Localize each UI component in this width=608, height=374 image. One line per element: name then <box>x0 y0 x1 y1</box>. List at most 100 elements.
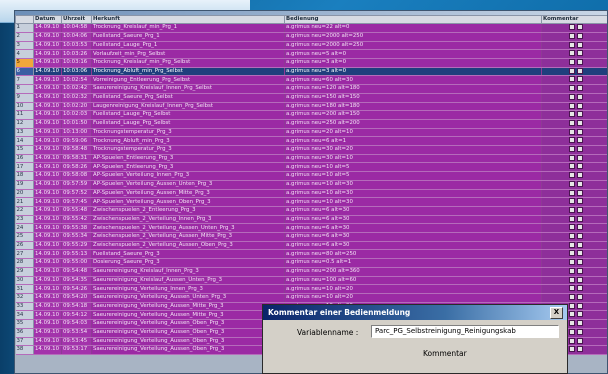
checkbox-icon[interactable] <box>576 163 583 170</box>
checkbox-icon[interactable] <box>576 119 583 126</box>
checkbox-icon[interactable] <box>568 276 575 283</box>
table-row[interactable]: 14 14.09.10 09:59:06 Trocknung_Abluft_min_P… <box>15 136 607 147</box>
table-row[interactable]: 17 14.09.10 09:58:26 AP-Spuelen_Entleerung_… <box>15 162 607 173</box>
close-button[interactable]: X <box>550 307 563 319</box>
checkbox-icon[interactable] <box>568 154 575 161</box>
checkbox-icon[interactable] <box>568 180 575 187</box>
checkbox-icon[interactable] <box>568 224 575 231</box>
checkbox-icon[interactable] <box>576 146 583 153</box>
checkbox-icon[interactable] <box>576 154 583 161</box>
checkbox-icon[interactable] <box>568 172 575 179</box>
col-header-time[interactable]: Uhrzeit <box>61 14 92 25</box>
table-row[interactable]: 23 14.09.10 09:55:42 Zwischenspuelen_2_Vert… <box>15 215 607 225</box>
checkbox-icon[interactable] <box>568 206 575 213</box>
table-row[interactable]: 5 14.09.10 10:03:16 Trocknung_Kreislauf_min… <box>15 58 607 68</box>
table-row[interactable]: 18 14.09.10 09:58:08 AP-Spuelen_Verteilung_… <box>15 171 607 181</box>
checkbox-icon[interactable] <box>568 163 575 170</box>
checkbox-icon[interactable] <box>576 85 583 92</box>
checkbox-icon[interactable] <box>576 93 583 100</box>
checkbox-icon[interactable] <box>568 102 575 109</box>
checkbox-icon[interactable] <box>576 206 583 213</box>
checkbox-icon[interactable] <box>568 59 575 66</box>
checkbox-icon[interactable] <box>568 259 575 266</box>
checkbox-icon[interactable] <box>576 189 583 196</box>
table-row[interactable]: 15 14.09.10 09:58:48 Trocknungstemperatur_P… <box>15 145 607 155</box>
checkbox-icon[interactable] <box>576 294 583 300</box>
checkbox-icon[interactable] <box>576 137 583 144</box>
checkbox-icon[interactable] <box>568 294 575 300</box>
checkbox-icon[interactable] <box>568 337 575 344</box>
checkbox-icon[interactable] <box>568 32 575 39</box>
checkbox-icon[interactable] <box>576 320 583 327</box>
checkbox-icon[interactable] <box>576 337 583 344</box>
checkbox-icon[interactable] <box>576 215 583 222</box>
checkbox-icon[interactable] <box>576 32 583 39</box>
checkbox-icon[interactable] <box>576 41 583 48</box>
checkbox-icon[interactable] <box>568 93 575 100</box>
checkbox-icon[interactable] <box>568 85 575 92</box>
checkbox-icon[interactable] <box>576 328 583 335</box>
checkbox-icon[interactable] <box>576 198 583 205</box>
table-row[interactable]: 31 14.09.10 09:54:26 Saeurereinigung_Vertei… <box>15 284 607 294</box>
checkbox-icon[interactable] <box>576 59 583 66</box>
checkbox-icon[interactable] <box>568 137 575 144</box>
checkbox-icon[interactable] <box>576 67 583 74</box>
checkbox-icon[interactable] <box>576 111 583 118</box>
checkbox-icon[interactable] <box>568 250 575 257</box>
checkbox-icon[interactable] <box>576 24 583 31</box>
table-row[interactable]: 9 14.09.10 10:02:32 Fuellstand_Saeure_Prg_S… <box>15 93 607 103</box>
table-row[interactable]: 3 14.09.10 10:03:53 Fuellstand_Lauge_Prg_1 a… <box>15 41 607 51</box>
checkbox-icon[interactable] <box>576 128 583 135</box>
checkbox-icon[interactable] <box>576 302 583 309</box>
checkbox-icon[interactable] <box>576 276 583 283</box>
checkbox-icon[interactable] <box>576 233 583 240</box>
table-row[interactable]: 25 14.09.10 09:55:34 Zwischenspuelen_2_Vert… <box>15 232 607 242</box>
table-row[interactable]: 28 14.09.10 09:55:00 Dosierung_Saeure_Prg_3… <box>15 258 607 268</box>
table-row[interactable]: 11 14.09.10 10:02:03 Fuellstand_Lauge_Prg_S… <box>15 110 607 120</box>
checkbox-icon[interactable] <box>576 311 583 318</box>
checkbox-icon[interactable] <box>576 346 583 353</box>
checkbox-icon[interactable] <box>568 41 575 48</box>
checkbox-icon[interactable] <box>568 128 575 135</box>
table-row[interactable]: 30 14.09.10 09:54:35 Saeurereinigung_Kreisl… <box>15 276 607 286</box>
checkbox-icon[interactable] <box>568 50 575 57</box>
checkbox-icon[interactable] <box>568 233 575 240</box>
checkbox-icon[interactable] <box>576 259 583 266</box>
checkbox-icon[interactable] <box>568 302 575 309</box>
checkbox-icon[interactable] <box>568 119 575 126</box>
table-row[interactable]: 13 14.09.10 10:13:00 Trocknungstemperatur_P… <box>15 128 607 138</box>
checkbox-icon[interactable] <box>576 267 583 274</box>
checkbox-icon[interactable] <box>568 76 575 83</box>
checkbox-icon[interactable] <box>576 241 583 248</box>
checkbox-icon[interactable] <box>568 111 575 118</box>
col-header-origin[interactable]: Herkunft <box>91 14 285 25</box>
checkbox-icon[interactable] <box>568 198 575 205</box>
col-header-date[interactable]: Datum <box>33 14 62 25</box>
checkbox-icon[interactable] <box>568 241 575 248</box>
checkbox-icon[interactable] <box>576 76 583 83</box>
checkbox-icon[interactable] <box>568 146 575 153</box>
table-row[interactable]: 26 14.09.10 09:55:29 Zwischenspuelen_2_Vert… <box>15 241 607 251</box>
checkbox-icon[interactable] <box>568 215 575 222</box>
checkbox-icon[interactable] <box>568 320 575 327</box>
table-row[interactable]: 22 14.09.10 09:55:48 Zwischenspuelen_2_Entl… <box>15 206 607 216</box>
checkbox-icon[interactable] <box>568 267 575 274</box>
checkbox-icon[interactable] <box>576 285 583 292</box>
checkbox-icon[interactable] <box>568 67 575 74</box>
checkbox-icon[interactable] <box>576 224 583 231</box>
dialog-title-bar[interactable]: Kommentar einer Bedienmeldung X <box>263 305 567 320</box>
checkbox-icon[interactable] <box>568 285 575 292</box>
checkbox-icon[interactable] <box>568 346 575 353</box>
col-header-comment[interactable]: Kommentar <box>541 14 607 25</box>
table-row[interactable]: 20 14.09.10 09:57:52 AP-Spuelen_Verteilung_… <box>15 189 607 199</box>
table-row[interactable]: 29 14.09.10 09:54:48 Saeurereinigung_Kreisl… <box>15 267 607 277</box>
table-row[interactable]: 32 14.09.10 09:54:20 Saeurereinigung_Vertei… <box>15 293 607 303</box>
checkbox-icon[interactable] <box>576 172 583 179</box>
table-row[interactable]: 16 14.09.10 09:58:31 AP-Spuelen_Entleerung_… <box>15 154 607 164</box>
variable-name-field[interactable]: Parc_PG_Selbstreinigung_Reinigungskab <box>371 325 559 338</box>
table-row[interactable]: 24 14.09.10 09:55:38 Zwischenspuelen_2_Vert… <box>15 223 607 234</box>
table-row[interactable]: 27 14.09.10 09:55:13 Fuellstand_Saeure_Prg_… <box>15 249 607 260</box>
table-row[interactable]: 4 14.09.10 10:03:26 Vorlaufzeit_min_Prg_Sel… <box>15 49 607 59</box>
table-row[interactable]: 1 14.09.10 10:04:58 Trocknung_Kreislauf_min… <box>15 23 607 33</box>
col-header-rownum[interactable] <box>15 14 34 25</box>
